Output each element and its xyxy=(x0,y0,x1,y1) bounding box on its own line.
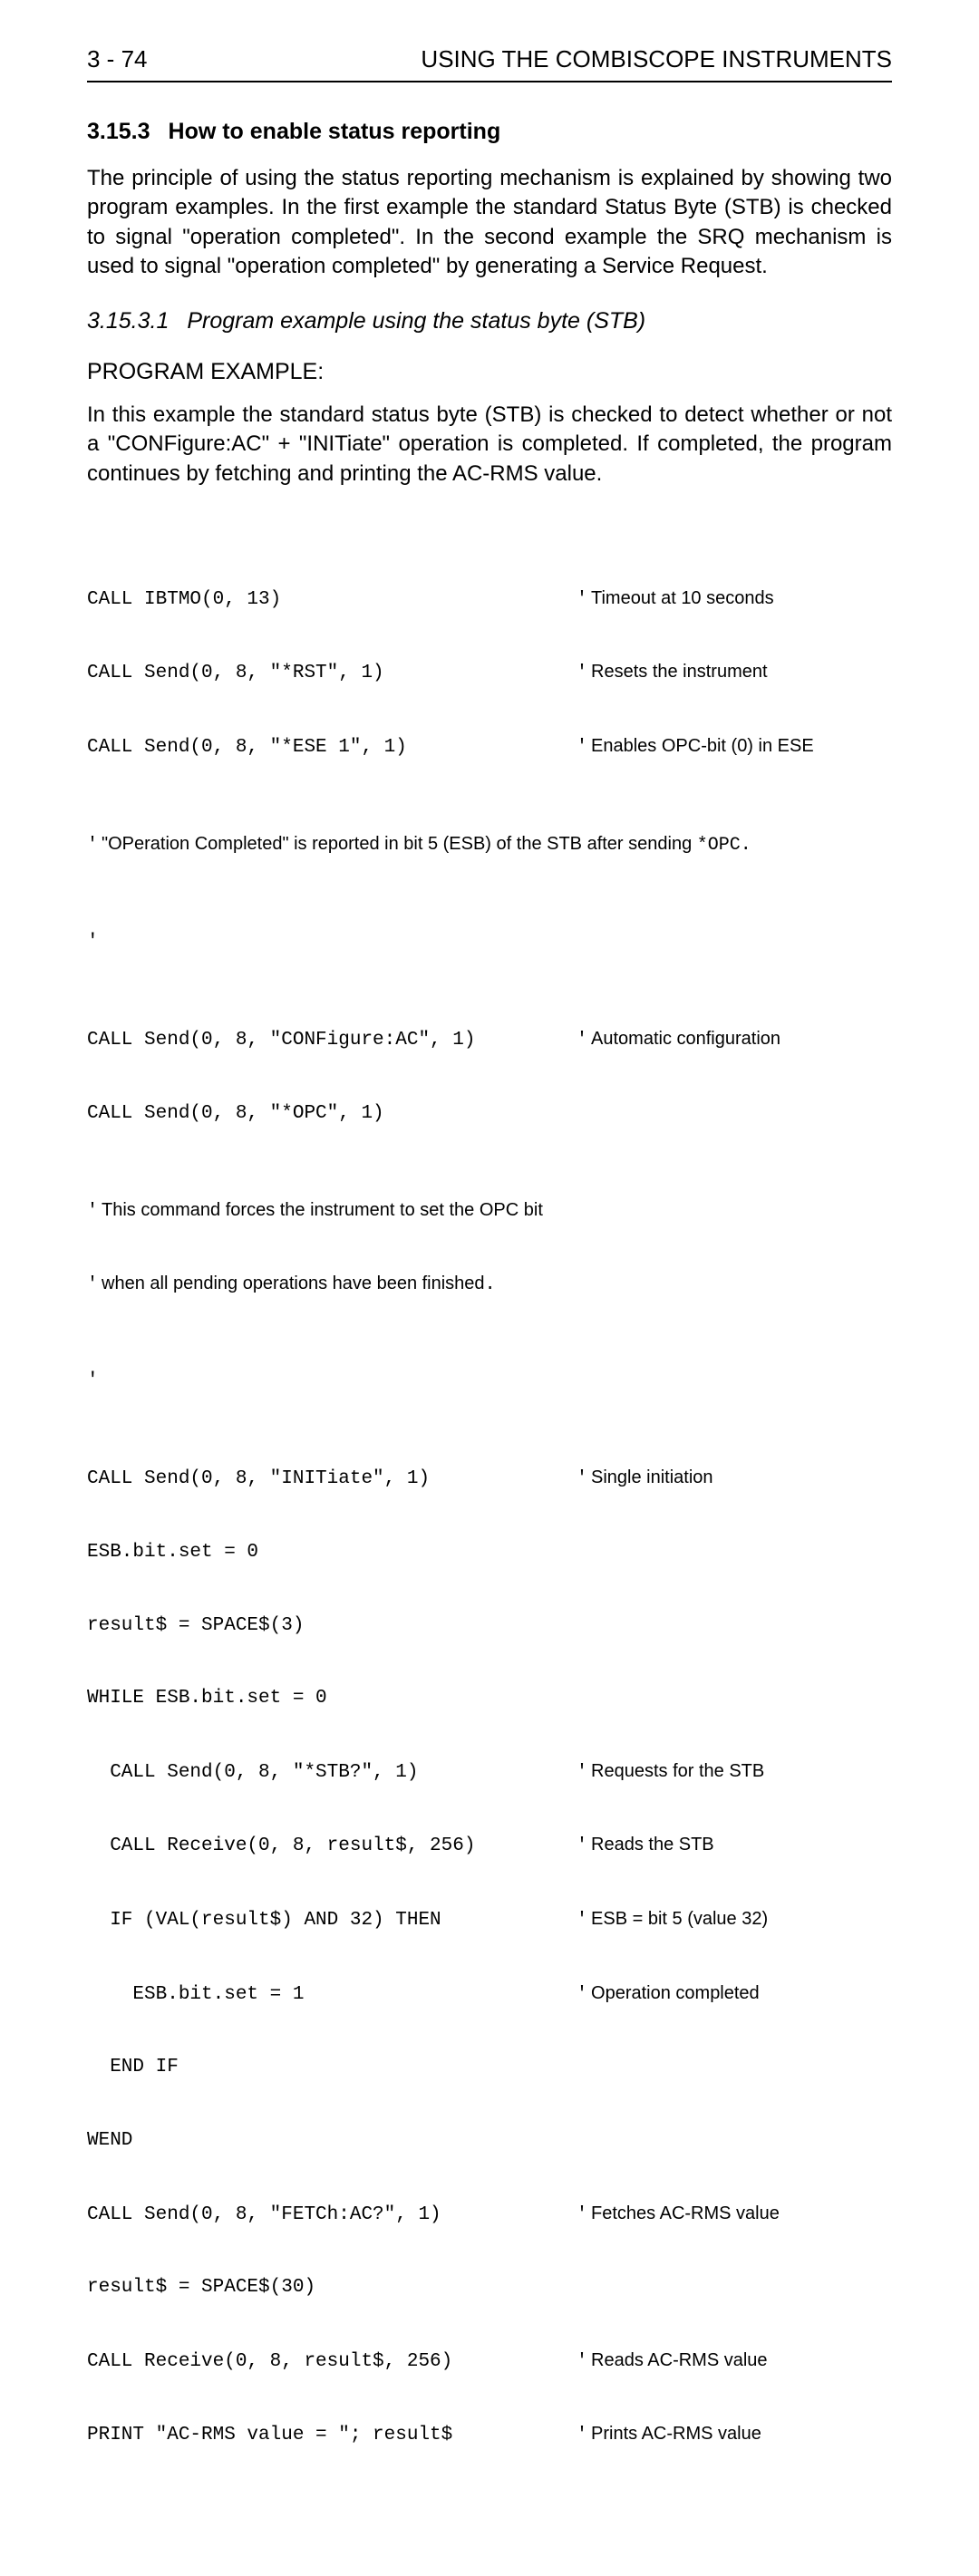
code-line: result$ = SPACE$(3) xyxy=(87,1614,892,1639)
code-comment: 'Timeout at 10 seconds xyxy=(577,587,774,612)
code-comment: 'Enables OPC-bit (0) in ESE xyxy=(577,735,814,760)
code-text: WEND xyxy=(87,2129,132,2154)
code-text: CALL Send(0, 8, "*STB?", 1) xyxy=(87,1761,577,1786)
code-comment: 'Fetches AC-RMS value xyxy=(577,2203,780,2227)
code-line: ESB.bit.set = 0 xyxy=(87,1541,892,1565)
code-listing: CALL IBTMO(0, 13) 'Timeout at 10 seconds… xyxy=(87,514,892,2522)
code-text: CALL Send(0, 8, "*OPC", 1) xyxy=(87,1102,384,1127)
code-text: result$ = SPACE$(30) xyxy=(87,2276,315,2300)
code-line: WHILE ESB.bit.set = 0 xyxy=(87,1687,892,1711)
code-comment: 'Reads the STB xyxy=(577,1834,714,1858)
code-line: ESB.bit.set = 1 'Operation completed xyxy=(87,1982,892,2008)
code-text: CALL Send(0, 8, "*ESE 1", 1) xyxy=(87,736,577,760)
code-line: CALL Send(0, 8, "FETCh:AC?", 1) 'Fetches… xyxy=(87,2203,892,2228)
subsection-heading: 3.15.3.1 Program example using the status… xyxy=(87,306,892,337)
section-number: 3.15.3 xyxy=(87,119,150,144)
code-text: CALL IBTMO(0, 13) xyxy=(87,588,577,613)
code-line: END IF xyxy=(87,2056,892,2080)
code-line: CALL Send(0, 8, "CONFigure:AC", 1) 'Auto… xyxy=(87,1028,892,1053)
code-line: ' xyxy=(87,1370,892,1394)
code-text: END IF xyxy=(87,2056,179,2080)
code-line: CALL Send(0, 8, "INITiate", 1) 'Single i… xyxy=(87,1467,892,1492)
code-line: CALL Receive(0, 8, result$, 256) 'Reads … xyxy=(87,1834,892,1859)
code-line: CALL Receive(0, 8, result$, 256) 'Reads … xyxy=(87,2349,892,2375)
code-line: CALL Send(0, 8, "*RST", 1) 'Resets the i… xyxy=(87,661,892,686)
code-comment-line: 'when all pending operations have been f… xyxy=(87,1273,892,1297)
code-line: CALL IBTMO(0, 13) 'Timeout at 10 seconds xyxy=(87,587,892,613)
code-line: CALL Send(0, 8, "*STB?", 1) 'Requests fo… xyxy=(87,1760,892,1786)
code-comment: 'Automatic configuration xyxy=(577,1028,780,1052)
section-title: How to enable status reporting xyxy=(169,119,501,144)
code-line: CALL Send(0, 8, "*ESE 1", 1) 'Enables OP… xyxy=(87,735,892,760)
code-comment-line: 'This command forces the instrument to s… xyxy=(87,1199,892,1224)
page-header: 3 - 74 USING THE COMBISCOPE INSTRUMENTS xyxy=(87,44,892,82)
code-text: PRINT "AC-RMS value = "; result$ xyxy=(87,2424,577,2448)
code-comment: 'ESB = bit 5 (value 32) xyxy=(577,1908,768,1932)
page-title: USING THE COMBISCOPE INSTRUMENTS xyxy=(421,44,892,75)
code-comment: 'Resets the instrument xyxy=(577,661,768,685)
subsection-title: Program example using the status byte (S… xyxy=(187,308,645,334)
code-comment: 'Requests for the STB xyxy=(577,1760,764,1785)
code-text: IF (VAL(result$) AND 32) THEN xyxy=(87,1909,577,1933)
code-text: ESB.bit.set = 1 xyxy=(87,1983,577,2008)
code-text: ' xyxy=(87,931,99,955)
code-text: ESB.bit.set = 0 xyxy=(87,1541,258,1565)
code-text: CALL Send(0, 8, "*RST", 1) xyxy=(87,662,577,686)
code-line: IF (VAL(result$) AND 32) THEN 'ESB = bit… xyxy=(87,1908,892,1933)
paragraph-intro: The principle of using the status report… xyxy=(87,164,892,282)
code-comment: 'Single initiation xyxy=(577,1467,713,1491)
code-text: CALL Send(0, 8, "FETCh:AC?", 1) xyxy=(87,2203,577,2228)
code-text: ' xyxy=(87,1370,99,1394)
program-example-label: PROGRAM EXAMPLE: xyxy=(87,357,892,388)
paragraph-example-desc: In this example the standard status byte… xyxy=(87,401,892,489)
subsection-number: 3.15.3.1 xyxy=(87,308,169,334)
page-number: 3 - 74 xyxy=(87,44,148,75)
code-line: WEND xyxy=(87,2129,892,2154)
code-text: result$ = SPACE$(3) xyxy=(87,1614,304,1639)
page: 3 - 74 USING THE COMBISCOPE INSTRUMENTS … xyxy=(0,0,979,2576)
code-text: WHILE ESB.bit.set = 0 xyxy=(87,1687,327,1711)
code-line: ' xyxy=(87,931,892,955)
code-text: CALL Send(0, 8, "INITiate", 1) xyxy=(87,1467,577,1492)
code-comment: 'Reads AC-RMS value xyxy=(577,2349,768,2374)
code-comment: 'Operation completed xyxy=(577,1982,760,2007)
code-comment: 'Prints AC-RMS value xyxy=(577,2423,761,2447)
code-line: CALL Send(0, 8, "*OPC", 1) xyxy=(87,1102,892,1127)
code-text: CALL Send(0, 8, "CONFigure:AC", 1) xyxy=(87,1029,577,1053)
code-text: CALL Receive(0, 8, result$, 256) xyxy=(87,2350,577,2375)
code-text: CALL Receive(0, 8, result$, 256) xyxy=(87,1835,577,1859)
code-line: PRINT "AC-RMS value = "; result$ 'Prints… xyxy=(87,2423,892,2448)
code-line: result$ = SPACE$(30) xyxy=(87,2276,892,2300)
section-heading: 3.15.3 How to enable status reporting xyxy=(87,117,892,148)
code-comment-line: '"OPeration Completed" is reported in bi… xyxy=(87,833,892,857)
